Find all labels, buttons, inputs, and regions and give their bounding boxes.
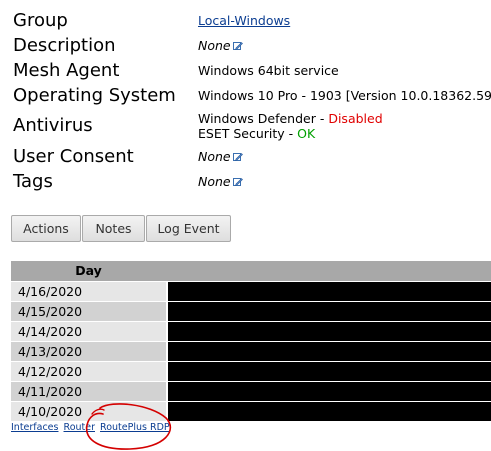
table-row[interactable]: 4/15/2020 xyxy=(11,302,491,322)
antivirus-name-1: Windows Defender - xyxy=(198,111,329,126)
antivirus-status-1: Disabled xyxy=(328,111,383,126)
group-value: Local-Windows xyxy=(198,8,290,33)
table-row[interactable]: 4/10/2020 xyxy=(11,402,491,422)
grid-header: Day xyxy=(11,261,491,281)
redacted-block xyxy=(168,302,491,321)
table-row[interactable]: 4/12/2020 xyxy=(11,362,491,382)
description-label: Description xyxy=(13,35,116,56)
group-link[interactable]: Local-Windows xyxy=(198,13,290,28)
redacted-block xyxy=(168,282,491,301)
day-column-header[interactable]: Day xyxy=(11,261,166,281)
antivirus-status-2: OK xyxy=(297,126,316,141)
tags-value-container: None xyxy=(198,169,243,195)
edit-description-icon[interactable] xyxy=(232,34,243,59)
redacted-block xyxy=(168,362,491,381)
description-value-container: None xyxy=(198,33,243,59)
row-date: 4/13/2020 xyxy=(11,342,166,361)
router-link[interactable]: Router xyxy=(64,422,95,433)
description-value: None xyxy=(198,38,231,53)
antivirus-entry-2: ESET Security - OK xyxy=(198,126,383,141)
row-date: 4/12/2020 xyxy=(11,362,166,381)
row-date: 4/15/2020 xyxy=(11,302,166,321)
table-row[interactable]: 4/13/2020 xyxy=(11,342,491,362)
os-value: Windows 10 Pro - 1903 [Version 10.0.1836… xyxy=(198,88,491,103)
mesh-agent-label: Mesh Agent xyxy=(13,60,120,81)
table-row[interactable]: 4/11/2020 xyxy=(11,382,491,402)
tags-value: None xyxy=(198,174,231,189)
table-row[interactable]: 4/14/2020 xyxy=(11,322,491,342)
user-consent-value-container: None xyxy=(198,144,243,170)
row-date: 4/11/2020 xyxy=(11,382,166,401)
edit-user-consent-icon[interactable] xyxy=(232,145,243,170)
tags-label: Tags xyxy=(13,171,53,192)
user-consent-label: User Consent xyxy=(13,146,134,167)
redacted-block xyxy=(168,382,491,401)
row-date: 4/10/2020 xyxy=(11,402,166,421)
interfaces-link[interactable]: Interfaces xyxy=(11,422,58,433)
routeplus-rdp-link[interactable]: RoutePlus RDP xyxy=(100,422,170,433)
footer-links: Interfaces Router RoutePlus RDP xyxy=(11,422,172,433)
notes-button[interactable]: Notes xyxy=(82,215,145,242)
mesh-agent-value: Windows 64bit service xyxy=(198,63,339,78)
redacted-block xyxy=(168,402,491,421)
antivirus-name-2: ESET Security - xyxy=(198,126,298,141)
redacted-block xyxy=(168,322,491,341)
os-label: Operating System xyxy=(13,85,176,106)
user-consent-value: None xyxy=(198,149,231,164)
row-date: 4/16/2020 xyxy=(11,282,166,301)
antivirus-value: Windows Defender - Disabled ESET Securit… xyxy=(198,111,383,141)
log-event-button[interactable]: Log Event xyxy=(146,215,231,242)
antivirus-label: Antivirus xyxy=(13,115,93,136)
edit-tags-icon[interactable] xyxy=(232,170,243,195)
antivirus-entry-1: Windows Defender - Disabled xyxy=(198,111,383,126)
table-row[interactable]: 4/16/2020 xyxy=(11,282,491,302)
actions-button[interactable]: Actions xyxy=(11,215,81,242)
redacted-block xyxy=(168,342,491,361)
row-date: 4/14/2020 xyxy=(11,322,166,341)
group-label: Group xyxy=(13,10,68,31)
